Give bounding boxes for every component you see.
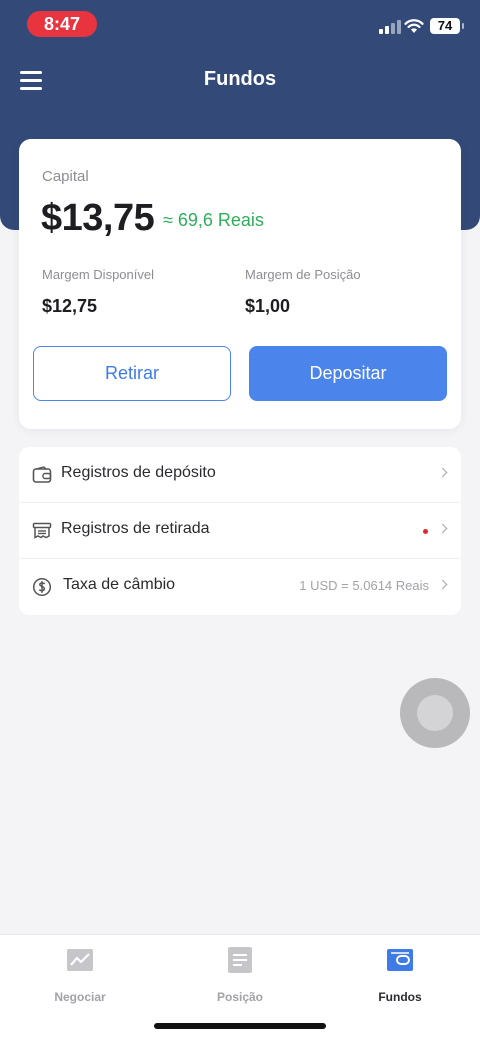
status-bar: 8:47 74: [0, 0, 480, 50]
chevron-right-icon: [437, 467, 448, 478]
receipt-icon: [32, 522, 52, 539]
status-time: 8:47: [27, 11, 97, 37]
capital-label: Capital: [42, 168, 89, 185]
home-indicator: [154, 1023, 326, 1029]
notification-dot: [423, 529, 428, 534]
capital-approx-reais: ≈ 69,6 Reais: [163, 210, 264, 230]
capital-card: Capital $13,75 ≈ 69,6 Reais Margem Dispo…: [19, 139, 461, 429]
tab-label: Negociar: [54, 990, 106, 1004]
list-item-label: Registros de retirada: [61, 520, 210, 537]
chevron-right-icon: [437, 523, 448, 534]
tab-negociar[interactable]: Negociar: [0, 947, 160, 1004]
deposit-button[interactable]: Depositar: [249, 346, 447, 401]
available-margin-label: Margem Disponível: [42, 267, 154, 282]
list-item-withdrawal-records[interactable]: Registros de retirada: [19, 503, 461, 559]
position-margin-label: Margem de Posição: [245, 267, 361, 282]
records-list: Registros de depósito Registros de retir…: [19, 447, 461, 615]
list-item-label: Registros de depósito: [61, 464, 216, 481]
tab-posicao[interactable]: Posição: [160, 947, 320, 1004]
available-margin-value: $12,75: [42, 296, 98, 316]
chevron-right-icon: [437, 579, 448, 590]
position-margin: Margem de Posição $1,00: [245, 267, 361, 317]
page-title: Fundos: [203, 68, 277, 90]
capital-value: $13,75: [41, 197, 155, 239]
tab-fundos[interactable]: Fundos: [320, 947, 480, 1004]
list-item-deposit-records[interactable]: Registros de depósito: [19, 447, 461, 503]
list-item-exchange-rate[interactable]: Taxa de câmbio 1 USD = 5.0614 Reais: [19, 559, 461, 615]
list-item-label: Taxa de câmbio: [63, 576, 176, 593]
exchange-rate-value: 1 USD = 5.0614 Reais: [299, 578, 429, 593]
withdraw-button[interactable]: Retirar: [33, 346, 231, 401]
tab-label: Posição: [216, 990, 264, 1004]
document-icon: [228, 947, 252, 973]
floating-button-center: [417, 695, 453, 731]
available-margin: Margem Disponível $12,75: [42, 267, 154, 317]
tab-label: Fundos: [378, 990, 422, 1004]
battery-indicator: 74: [430, 18, 464, 34]
dollar-exchange-icon: [32, 577, 52, 597]
wallet-icon: [32, 466, 52, 483]
floating-assistive-button[interactable]: [400, 678, 470, 748]
chart-icon: [67, 949, 93, 971]
wifi-icon: [404, 19, 424, 33]
wallet-icon: [387, 949, 413, 971]
cellular-signal-icon: [379, 20, 401, 34]
position-margin-value: $1,00: [245, 296, 291, 316]
